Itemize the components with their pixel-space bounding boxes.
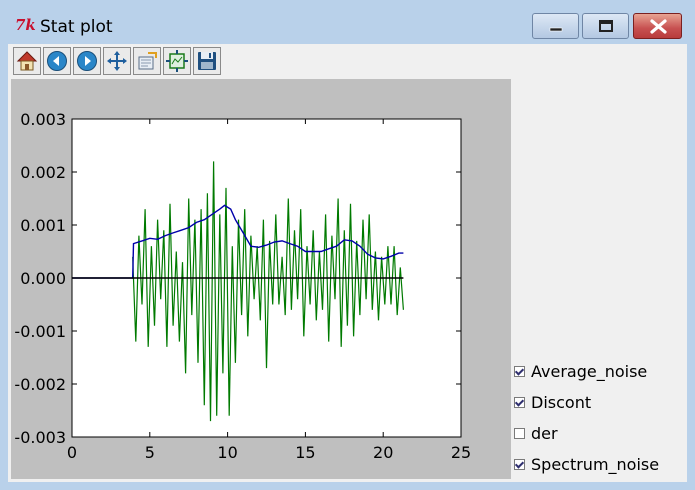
- checkbox-box[interactable]: [514, 458, 525, 470]
- move-arrows-icon: [107, 51, 127, 71]
- home-button[interactable]: [13, 47, 41, 75]
- subplots-icon: [166, 50, 188, 72]
- close-button[interactable]: [633, 13, 682, 39]
- checkbox-box[interactable]: [514, 427, 525, 439]
- navigation-toolbar: [8, 44, 511, 78]
- x-tick-label: 25: [451, 443, 471, 462]
- minimize-icon: [549, 27, 563, 32]
- forward-arrow-icon: [77, 51, 97, 71]
- x-tick-label: 15: [295, 443, 315, 462]
- checkbox-label: der: [531, 423, 558, 443]
- close-icon: [650, 19, 667, 34]
- x-tick-label: 0: [67, 443, 77, 462]
- client-area: 0 5 10 15 20 25 0.003 0.002 0.001 0.000 -0.001 -0.0…: [8, 44, 687, 482]
- title-bar[interactable]: 7k Stat plot: [0, 0, 695, 44]
- x-tick-label: 20: [373, 443, 393, 462]
- checkbox-box[interactable]: [514, 365, 525, 377]
- checkbox-der[interactable]: der: [514, 422, 558, 444]
- x-tick-label: 10: [217, 443, 237, 462]
- y-tick-label: 0.001: [20, 216, 66, 235]
- home-icon: [16, 51, 38, 71]
- zoom-rect-icon: [138, 52, 157, 70]
- checkbox-label: Average_noise: [531, 361, 648, 381]
- checkbox-average-noise[interactable]: Average_noise: [514, 360, 647, 382]
- y-tick-label: -0.002: [14, 375, 66, 394]
- minimize-button[interactable]: [532, 13, 579, 39]
- checkbox-spectrum-noise[interactable]: Spectrum_noise: [514, 453, 659, 475]
- maximize-icon: [599, 20, 613, 32]
- window-title: Stat plot: [40, 17, 113, 37]
- zoom-button[interactable]: [133, 47, 161, 75]
- save-button[interactable]: [193, 47, 221, 75]
- forward-button[interactable]: [73, 47, 101, 75]
- back-button[interactable]: [43, 47, 71, 75]
- checkbox-label: Discont: [531, 392, 592, 412]
- y-tick-label: 0.000: [20, 269, 66, 288]
- series-toggle-panel: Average_noise Discont der Spectrum_noise: [511, 44, 687, 482]
- figure-canvas[interactable]: 0 5 10 15 20 25 0.003 0.002 0.001 0.000 -0.001 -0.0…: [11, 79, 511, 479]
- y-tick-label: -0.001: [14, 322, 66, 341]
- maximize-button[interactable]: [582, 13, 629, 39]
- y-tick-label: 0.003: [20, 110, 66, 129]
- app-window: 7k Stat plot 0 5 10 15 20 25 0.003 0.002…: [0, 0, 695, 490]
- y-tick-label: 0.002: [20, 163, 66, 182]
- checkbox-label: Spectrum_noise: [531, 454, 660, 474]
- chart[interactable]: 0 5 10 15 20 25 0.003 0.002 0.001 0.000 -0.001 -0.0…: [11, 79, 511, 479]
- x-tick-label: 5: [145, 443, 155, 462]
- y-tick-label: -0.003: [14, 428, 66, 447]
- checkbox-discont[interactable]: Discont: [514, 391, 591, 413]
- checkbox-box[interactable]: [514, 396, 525, 408]
- back-arrow-icon: [47, 51, 67, 71]
- tk-feather-icon: 7k: [15, 16, 36, 34]
- floppy-disk-icon: [198, 52, 216, 70]
- pan-button[interactable]: [103, 47, 131, 75]
- configure-subplots-button[interactable]: [163, 47, 191, 75]
